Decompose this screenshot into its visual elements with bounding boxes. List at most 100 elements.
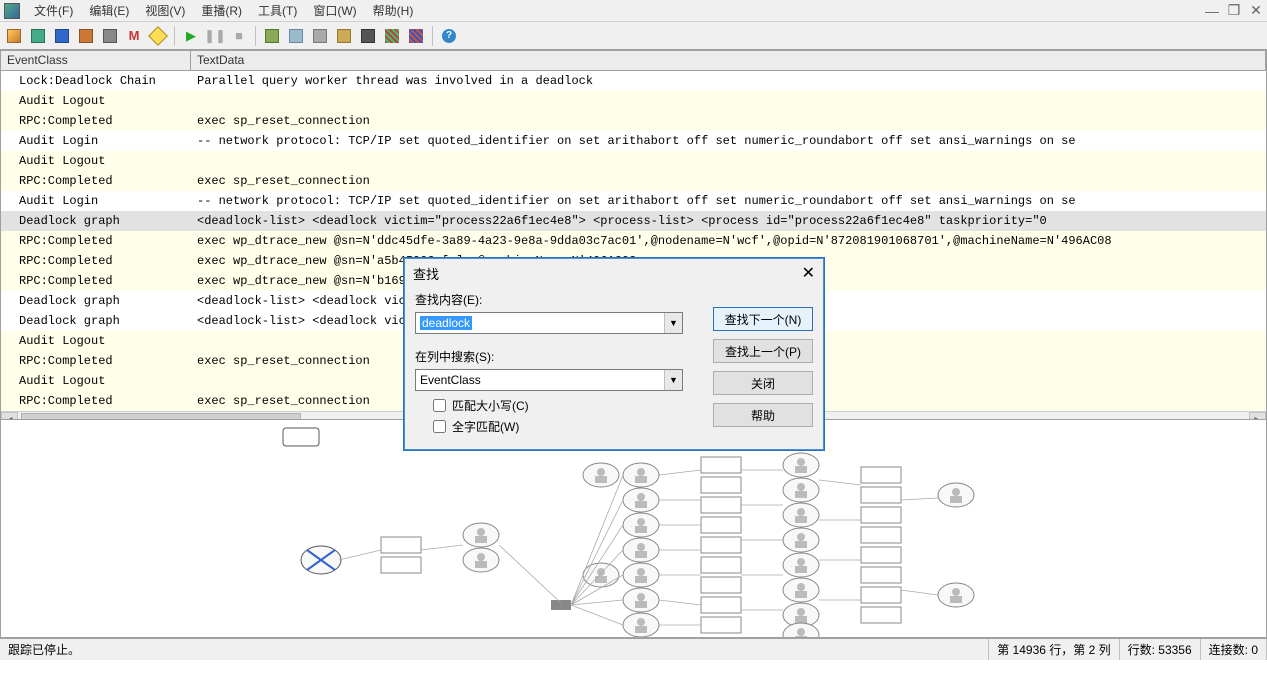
tb-stop-icon[interactable]: ■ <box>229 26 249 46</box>
tb-icon-7[interactable] <box>406 26 426 46</box>
cell-eventclass: Deadlock graph <box>1 213 191 229</box>
tb-pause-icon[interactable]: ❚❚ <box>205 26 225 46</box>
cell-eventclass: Audit Login <box>1 133 191 149</box>
menu-help[interactable]: 帮助(H) <box>365 0 422 21</box>
column-select[interactable]: EventClass ▼ <box>415 369 683 391</box>
scroll-right-icon[interactable]: ► <box>1249 412 1266 420</box>
grid-header: EventClass TextData <box>1 51 1266 71</box>
dropdown-icon[interactable]: ▼ <box>664 313 682 333</box>
close-button[interactable]: 关闭 <box>713 371 813 395</box>
cell-eventclass: RPC:Completed <box>1 353 191 369</box>
tb-icon-2[interactable] <box>286 26 306 46</box>
separator <box>174 26 175 46</box>
menu-edit[interactable]: 编辑(E) <box>81 0 137 21</box>
scroll-thumb[interactable] <box>21 413 301 420</box>
cell-textdata: -- network protocol: TCP/IP set quoted_i… <box>191 133 1266 149</box>
find-prev-button[interactable]: 查找上一个(P) <box>713 339 813 363</box>
app-icon <box>4 3 20 19</box>
status-rows: 行数: 53356 <box>1120 639 1201 660</box>
statusbar: 跟踪已停止。 第 14936 行，第 2 列 行数: 53356 连接数: 0 <box>0 638 1267 660</box>
whole-word-label: 全字匹配(W) <box>452 418 519 435</box>
dialog-title-bar[interactable]: 查找 ✕ <box>405 259 823 287</box>
menu-replay[interactable]: 重播(R) <box>193 0 250 21</box>
match-case-label: 匹配大小写(C) <box>452 397 529 414</box>
col-textdata[interactable]: TextData <box>191 51 1266 70</box>
column-value: EventClass <box>420 373 481 387</box>
table-row[interactable]: Deadlock graph<deadlock-list> <deadlock … <box>1 211 1266 231</box>
tb-icon-1[interactable] <box>262 26 282 46</box>
cell-eventclass: RPC:Completed <box>1 273 191 289</box>
tb-help-icon[interactable]: ? <box>439 26 459 46</box>
table-row[interactable]: Audit Login-- network protocol: TCP/IP s… <box>1 131 1266 151</box>
cell-textdata: exec sp_reset_connection <box>191 113 1266 129</box>
cell-eventclass: Audit Login <box>1 193 191 209</box>
whole-word-check[interactable]: 全字匹配(W) <box>433 418 695 435</box>
table-row[interactable]: Audit Login-- network protocol: TCP/IP s… <box>1 191 1266 211</box>
col-eventclass[interactable]: EventClass <box>1 51 191 70</box>
table-row[interactable]: RPC:Completedexec sp_reset_connection <box>1 171 1266 191</box>
menu-view[interactable]: 视图(V) <box>137 0 193 21</box>
tb-new-icon[interactable] <box>4 26 24 46</box>
cell-eventclass: Audit Logout <box>1 93 191 109</box>
tb-icon-3[interactable] <box>310 26 330 46</box>
dialog-title: 查找 <box>413 264 439 283</box>
table-row[interactable]: Lock:Deadlock ChainParallel query worker… <box>1 71 1266 91</box>
find-label: 查找内容(E): <box>415 291 695 308</box>
scroll-left-icon[interactable]: ◄ <box>1 412 18 420</box>
tb-folder-icon[interactable] <box>76 26 96 46</box>
menu-tools[interactable]: 工具(T) <box>250 0 305 21</box>
cell-eventclass: Audit Logout <box>1 333 191 349</box>
tb-play-icon[interactable]: ▶ <box>181 26 201 46</box>
status-trace: 跟踪已停止。 <box>0 639 989 660</box>
cell-textdata <box>191 100 1266 102</box>
table-row[interactable]: RPC:Completedexec wp_dtrace_new @sn=N'dd… <box>1 231 1266 251</box>
find-value: deadlock <box>420 316 472 330</box>
menu-file[interactable]: 文件(F) <box>26 0 81 21</box>
window-controls: — ❐ ✕ <box>1201 1 1267 21</box>
tb-icon-6[interactable] <box>382 26 402 46</box>
status-pos: 第 14936 行，第 2 列 <box>989 639 1119 660</box>
match-case-check[interactable]: 匹配大小写(C) <box>433 397 695 414</box>
restore-icon[interactable]: ❐ <box>1223 1 1245 21</box>
table-row[interactable]: Audit Logout <box>1 91 1266 111</box>
cell-eventclass: Deadlock graph <box>1 293 191 309</box>
menubar: 文件(F) 编辑(E) 视图(V) 重播(R) 工具(T) 窗口(W) 帮助(H… <box>0 0 1267 22</box>
find-dialog: 查找 ✕ 查找内容(E): deadlock ▼ 在列中搜索(S): Event… <box>404 258 824 450</box>
tb-icon-4[interactable] <box>334 26 354 46</box>
tb-save-icon[interactable] <box>52 26 72 46</box>
cell-eventclass: Deadlock graph <box>1 313 191 329</box>
cell-textdata <box>191 160 1266 162</box>
dialog-close-icon[interactable]: ✕ <box>802 263 815 283</box>
menu-window[interactable]: 窗口(W) <box>305 0 364 21</box>
status-conn: 连接数: 0 <box>1201 639 1267 660</box>
cell-eventclass: Audit Logout <box>1 373 191 389</box>
cell-eventclass: Audit Logout <box>1 153 191 169</box>
tb-icon-5[interactable] <box>358 26 378 46</box>
separator <box>255 26 256 46</box>
tb-open-icon[interactable] <box>28 26 48 46</box>
tb-props-icon[interactable] <box>100 26 120 46</box>
cell-textdata: -- network protocol: TCP/IP set quoted_i… <box>191 193 1266 209</box>
table-row[interactable]: Audit Logout <box>1 151 1266 171</box>
match-case-checkbox[interactable] <box>433 399 446 412</box>
table-row[interactable]: RPC:Completedexec sp_reset_connection <box>1 111 1266 131</box>
cell-textdata: exec sp_reset_connection <box>191 173 1266 189</box>
cell-eventclass: RPC:Completed <box>1 233 191 249</box>
cell-eventclass: RPC:Completed <box>1 253 191 269</box>
tb-highlight-icon[interactable] <box>148 26 168 46</box>
minimize-icon[interactable]: — <box>1201 1 1223 21</box>
whole-word-checkbox[interactable] <box>433 420 446 433</box>
cell-textdata: <deadlock-list> <deadlock victim="proces… <box>191 213 1266 229</box>
cell-eventclass: RPC:Completed <box>1 113 191 129</box>
cell-textdata: Parallel query worker thread was involve… <box>191 73 1266 89</box>
separator <box>432 26 433 46</box>
help-button[interactable]: 帮助 <box>713 403 813 427</box>
dropdown-icon[interactable]: ▼ <box>664 370 682 390</box>
find-input[interactable]: deadlock ▼ <box>415 312 683 334</box>
deadlock-diagram[interactable] <box>0 420 1267 638</box>
cell-eventclass: Lock:Deadlock Chain <box>1 73 191 89</box>
close-icon[interactable]: ✕ <box>1245 1 1267 21</box>
column-label: 在列中搜索(S): <box>415 348 695 365</box>
tb-filter-icon[interactable]: M <box>124 26 144 46</box>
find-next-button[interactable]: 查找下一个(N) <box>713 307 813 331</box>
